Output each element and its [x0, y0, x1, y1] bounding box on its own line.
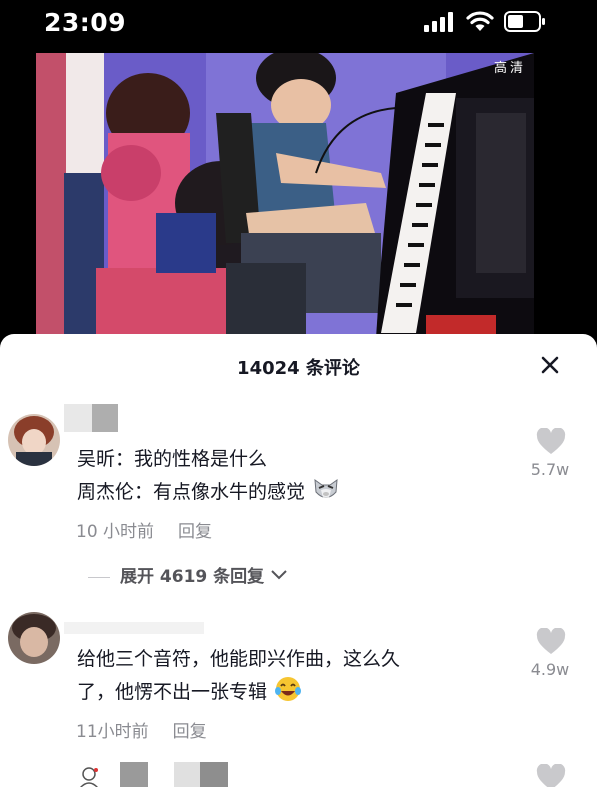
avatar[interactable] [8, 612, 60, 664]
comment-line: 吴昕：我的性格是什么 [77, 448, 268, 470]
divider-line [88, 576, 110, 578]
heart-icon[interactable] [536, 628, 566, 655]
heart-icon[interactable] [536, 764, 566, 787]
status-bar: 23:09 [0, 0, 597, 50]
video-quality-label[interactable]: 高清 [494, 57, 526, 76]
comment-line: 了，他愣不出一张专辑 [77, 681, 268, 703]
comment-line-with-emoji: 周杰伦：有点像水牛的感觉 [77, 474, 341, 507]
video-frame[interactable]: 高清 [36, 53, 534, 338]
comment-line: 周杰伦：有点像水牛的感觉 [77, 481, 306, 503]
status-time: 23:09 [44, 8, 127, 37]
avatar[interactable] [8, 414, 60, 466]
comment-meta: 10 小时前 回复 [76, 517, 212, 542]
expand-replies-button[interactable]: 展开 4619 条回复 [88, 562, 288, 587]
comment-time: 11小时前 [76, 722, 149, 742]
piano-performance-scene [36, 53, 534, 338]
wifi-icon [466, 11, 494, 31]
comment-meta: 11小时前 回复 [76, 717, 207, 742]
chevron-down-icon [271, 570, 287, 580]
cellular-signal-icon [424, 12, 453, 32]
expand-replies-label: 展开 4619 条回复 [120, 567, 265, 587]
username-mosaic [120, 762, 228, 787]
username-mosaic [64, 622, 204, 634]
reply-button[interactable]: 回复 [178, 522, 212, 542]
battery-icon [504, 11, 545, 32]
comments-count-title: 14024 条评论 [237, 358, 360, 379]
comment-text: 给他三个音符，他能即兴作曲，这么久 了，他愣不出一张专辑 [77, 644, 400, 707]
comments-sheet: 14024 条评论 吴昕：我的性格是什么 周杰伦：有点像水牛的感觉 10 小时前… [0, 334, 597, 787]
avatar[interactable] [76, 764, 102, 787]
video-player[interactable]: 高清 [0, 50, 597, 350]
comment-text: 吴昕：我的性格是什么 周杰伦：有点像水牛的感觉 [77, 444, 341, 507]
crying-laughing-emoji [275, 677, 302, 701]
comment-line-with-emoji: 了，他愣不出一张专辑 [77, 674, 400, 707]
heart-icon[interactable] [536, 428, 566, 455]
reply-button[interactable]: 回复 [173, 722, 207, 742]
dog-face-emoji [314, 478, 338, 499]
comment-time: 10 小时前 [76, 522, 155, 542]
like-count: 5.7w [530, 460, 570, 479]
close-icon[interactable] [537, 352, 563, 378]
like-count: 4.9w [530, 660, 570, 679]
username-mosaic [64, 404, 118, 432]
comment-line: 给他三个音符，他能即兴作曲，这么久 [77, 648, 401, 670]
